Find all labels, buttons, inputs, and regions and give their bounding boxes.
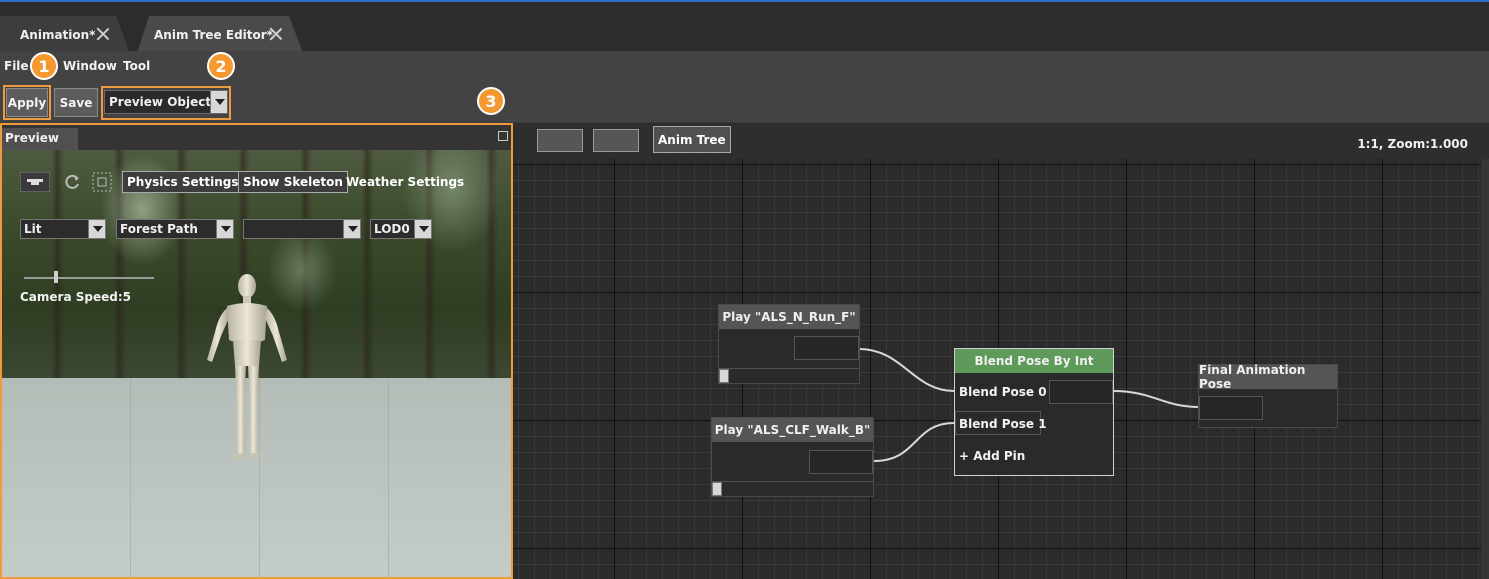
close-icon[interactable] — [96, 27, 110, 41]
menu-file[interactable]: File — [4, 59, 29, 73]
callout-badge-2: 2 — [207, 52, 235, 80]
tab-anim-tree-editor-label: Anim Tree Editor* — [154, 27, 273, 42]
time-slider-knob[interactable] — [719, 369, 729, 383]
camera-speed-label: Camera Speed:5 — [20, 290, 131, 304]
chevron-down-icon — [216, 220, 233, 238]
tab-anim-tree-editor[interactable]: Anim Tree Editor* — [137, 16, 303, 53]
node-title: Blend Pose By Int — [955, 349, 1113, 373]
lod-value: LOD0 — [374, 222, 410, 236]
apply-button[interactable]: Apply — [6, 88, 48, 117]
node-play-run[interactable]: Play "ALS_N_Run_F" — [718, 304, 860, 384]
callout-badge-1: 1 — [30, 52, 58, 80]
node-final-animation-pose[interactable]: Final Animation Pose — [1198, 363, 1338, 428]
extra-select[interactable] — [243, 219, 361, 239]
save-button[interactable]: Save — [54, 88, 98, 117]
wire-run-to-blend0 — [858, 348, 955, 392]
camera-mode-icon[interactable] — [20, 172, 50, 192]
chevron-down-icon — [210, 91, 227, 113]
preview-object-select[interactable]: Preview Object — [104, 90, 228, 114]
close-icon[interactable] — [269, 27, 283, 41]
menu-window[interactable]: Window — [63, 59, 117, 73]
anim-tree-graph-panel: Anim Tree 1:1, Zoom:1.000 Play "ALS_N_Ru… — [513, 123, 1489, 579]
camera-speed-slider-track[interactable] — [24, 277, 154, 279]
scene-select[interactable]: Forest Path — [116, 219, 234, 239]
add-pin-button[interactable]: + Add Pin — [959, 449, 1025, 463]
wire-blend-to-final — [1112, 390, 1200, 408]
refresh-icon[interactable] — [62, 172, 82, 192]
node-title: Final Animation Pose — [1199, 363, 1337, 391]
toolbar: Apply Save Preview Object 3 — [0, 81, 1489, 122]
chevron-down-icon — [88, 220, 105, 238]
preview-panel: Preview Physics Settings Show Skeleton W… — [0, 123, 513, 579]
preview-tab[interactable]: Preview — [2, 128, 78, 150]
chevron-down-icon — [414, 220, 431, 238]
menu-tool[interactable]: Tool — [123, 59, 150, 73]
camera-speed-slider-thumb[interactable] — [54, 271, 58, 283]
tab-animation-label: Animation* — [20, 27, 96, 42]
grid-icon[interactable] — [92, 172, 112, 192]
lighting-mode-value: Lit — [24, 222, 42, 236]
time-slider-knob[interactable] — [712, 482, 722, 496]
blend-pose-0-pin[interactable]: Blend Pose 0 — [959, 385, 1047, 399]
document-tab-strip: Animation* Anim Tree Editor* — [0, 0, 1489, 51]
callout-badge-3: 3 — [477, 87, 505, 115]
time-bar[interactable] — [712, 481, 873, 496]
blend-pose-1-pin[interactable]: Blend Pose 1 — [959, 417, 1047, 431]
physics-settings-button[interactable]: Physics Settings — [122, 171, 244, 193]
node-title: Play "ALS_CLF_Walk_B" — [712, 418, 873, 442]
show-skeleton-button[interactable]: Show Skeleton — [238, 171, 348, 193]
chevron-down-icon — [343, 220, 360, 238]
output-pin[interactable] — [794, 336, 859, 360]
lighting-mode-select[interactable]: Lit — [20, 219, 106, 239]
preview-viewport[interactable]: Physics Settings Show Skeleton Weather S… — [2, 150, 511, 577]
scene-value: Forest Path — [120, 222, 198, 236]
output-pin[interactable] — [809, 450, 873, 474]
menu-bar: File Window Tool 1 2 — [0, 51, 1489, 81]
preview-object-value: Preview Object — [109, 95, 212, 109]
input-pin[interactable] — [1199, 396, 1263, 420]
node-title: Play "ALS_N_Run_F" — [719, 305, 859, 329]
output-pin[interactable] — [1049, 380, 1113, 404]
preview-header: Preview — [2, 125, 511, 150]
node-play-walk[interactable]: Play "ALS_CLF_Walk_B" — [711, 417, 874, 497]
weather-settings-button[interactable]: Weather Settings — [342, 171, 468, 193]
pin-icon[interactable] — [498, 131, 508, 141]
time-bar[interactable] — [719, 368, 859, 383]
node-blend-pose-by-int[interactable]: Blend Pose By Int Blend Pose 0 Blend Pos… — [954, 348, 1114, 476]
character-mannequin — [207, 274, 287, 459]
wire-walk-to-blend1 — [873, 422, 955, 462]
tab-animation[interactable]: Animation* — [0, 16, 130, 53]
lod-select[interactable]: LOD0 — [370, 219, 432, 239]
